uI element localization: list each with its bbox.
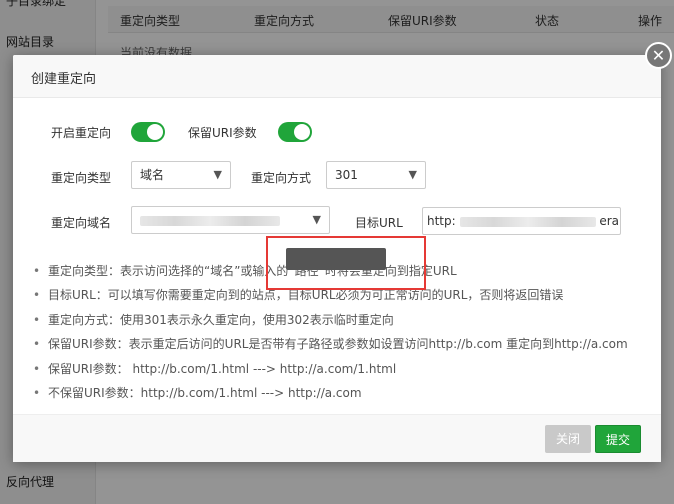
submit-button[interactable]: 提交 (595, 425, 641, 453)
tip-item: 不保留URI参数：http://b.com/1.html ---> http:/… (31, 384, 628, 408)
dialog-footer: 关闭 提交 (13, 414, 661, 462)
enable-redirect-toggle[interactable] (131, 122, 165, 142)
redirect-type-select[interactable]: 域名 ▼ (131, 161, 231, 189)
redacted-value (459, 216, 596, 227)
dialog-header: 创建重定向 (13, 55, 661, 98)
tip-item: 目标URL：可以填写你需要重定向到的站点，目标URL必须为可正常访问的URL，否… (31, 286, 628, 310)
highlight-box (266, 236, 426, 290)
chevron-down-icon: ▼ (213, 168, 222, 181)
tip-item: 重定向方式：使用301表示永久重定向，使用302表示临时重定向 (31, 311, 628, 335)
enable-redirect-label: 开启重定向 (51, 126, 112, 140)
redirect-domain-label: 重定向域名 (51, 216, 112, 230)
target-url-label: 目标URL (355, 216, 403, 230)
close-button[interactable]: 关闭 (545, 425, 591, 453)
redirect-method-select[interactable]: 301 ▼ (326, 161, 426, 189)
redirect-type-value: 域名 (140, 168, 165, 182)
target-url-input[interactable]: http: era (422, 207, 621, 235)
redirect-type-label: 重定向类型 (51, 171, 112, 185)
keep-uri-label: 保留URI参数 (188, 126, 257, 140)
target-url-prefix: http: (427, 214, 456, 228)
chevron-down-icon: ▼ (408, 168, 417, 181)
redacted-value (140, 215, 280, 226)
dialog-title: 创建重定向 (31, 72, 97, 87)
tip-item: 保留URI参数： http://b.com/1.html ---> http:/… (31, 360, 628, 384)
chevron-down-icon: ▼ (312, 213, 321, 226)
redirect-domain-select[interactable]: ▼ (131, 206, 330, 234)
target-url-suffix: era (599, 214, 620, 228)
redirect-method-label: 重定向方式 (251, 171, 312, 185)
toggle-knob (147, 124, 163, 140)
close-icon[interactable]: ✕ (645, 42, 672, 69)
redirect-method-value: 301 (335, 168, 358, 182)
tip-item: 保留URI参数：表示重定后访问的URL是否带有子路径或参数如设置访问http:/… (31, 335, 628, 359)
toggle-knob (294, 124, 310, 140)
keep-uri-toggle[interactable] (278, 122, 312, 142)
